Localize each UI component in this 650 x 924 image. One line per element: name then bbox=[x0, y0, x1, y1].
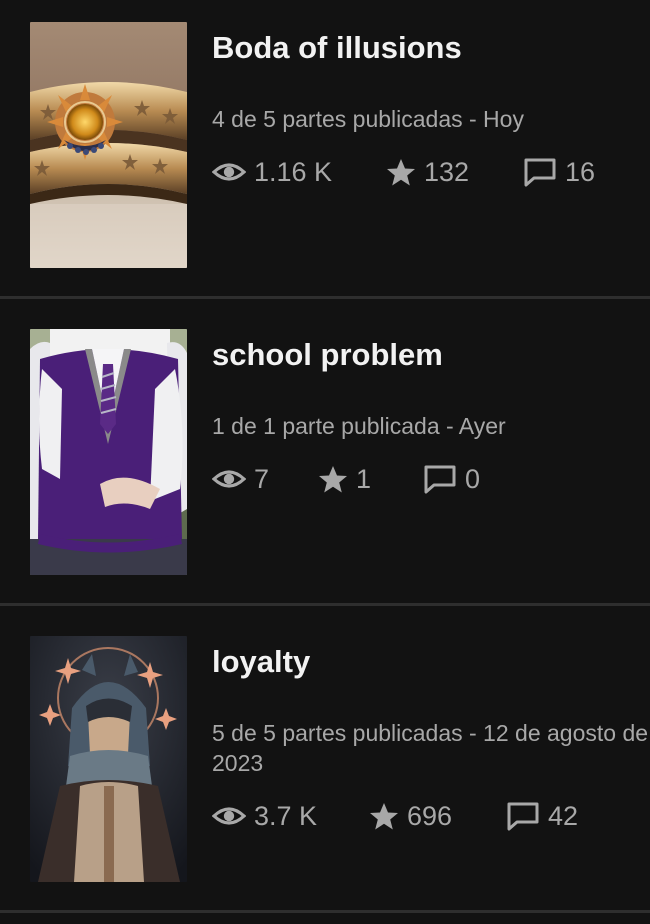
eye-icon bbox=[212, 163, 246, 181]
story-parts-status: 4 de 5 partes publicadas - Hoy bbox=[212, 106, 524, 132]
comments-count: 42 bbox=[548, 800, 579, 831]
story-cover-image[interactable] bbox=[30, 22, 187, 268]
comments-stat: 0 bbox=[423, 462, 480, 496]
star-icon bbox=[370, 803, 398, 830]
reads-stat: 1.16 K bbox=[212, 155, 332, 189]
comment-icon bbox=[507, 802, 539, 831]
votes-count: 132 bbox=[424, 156, 470, 187]
votes-count: 696 bbox=[407, 800, 453, 831]
story-cover-image[interactable] bbox=[30, 329, 187, 575]
eye-icon bbox=[212, 470, 246, 488]
story-divider bbox=[0, 296, 650, 299]
story-cover-image[interactable] bbox=[30, 636, 187, 882]
comments-count: 16 bbox=[565, 156, 596, 187]
story-divider bbox=[0, 910, 650, 913]
story-item[interactable]: loyalty 5 de 5 partes publicadas - 12 de… bbox=[0, 614, 650, 920]
story-list: Boda of illusions 4 de 5 partes publicad… bbox=[0, 0, 650, 924]
story-title[interactable]: Boda of illusions bbox=[212, 30, 462, 66]
story-parts-status: 5 de 5 partes publicadas - 12 de agosto … bbox=[212, 720, 649, 776]
star-icon bbox=[319, 466, 347, 493]
reads-stat: 3.7 K bbox=[212, 799, 317, 833]
comment-icon bbox=[424, 465, 456, 494]
reads-count: 7 bbox=[254, 463, 270, 494]
votes-stat: 696 bbox=[369, 799, 452, 833]
ring-cover-art bbox=[30, 22, 187, 268]
votes-stat: 1 bbox=[318, 462, 371, 496]
votes-count: 1 bbox=[356, 463, 372, 494]
comment-icon bbox=[524, 158, 556, 187]
story-parts-status: 1 de 1 parte publicada - Ayer bbox=[212, 413, 506, 439]
comments-stat: 42 bbox=[506, 799, 578, 833]
story-item[interactable]: school problem 1 de 1 parte publicada - … bbox=[0, 307, 650, 613]
reads-count: 1.16 K bbox=[254, 156, 333, 187]
hooded-figure-cover-art bbox=[30, 636, 187, 882]
eye-icon bbox=[212, 807, 246, 825]
comments-stat: 16 bbox=[523, 155, 595, 189]
comments-count: 0 bbox=[465, 463, 481, 494]
story-title[interactable]: school problem bbox=[212, 337, 443, 373]
votes-stat: 132 bbox=[386, 155, 469, 189]
school-uniform-cover-art bbox=[30, 329, 187, 575]
reads-stat: 7 bbox=[212, 462, 269, 496]
reads-count: 3.7 K bbox=[254, 800, 318, 831]
story-title[interactable]: loyalty bbox=[212, 644, 310, 680]
story-divider bbox=[0, 603, 650, 606]
star-icon bbox=[387, 159, 415, 186]
story-item[interactable]: Boda of illusions 4 de 5 partes publicad… bbox=[0, 0, 650, 306]
